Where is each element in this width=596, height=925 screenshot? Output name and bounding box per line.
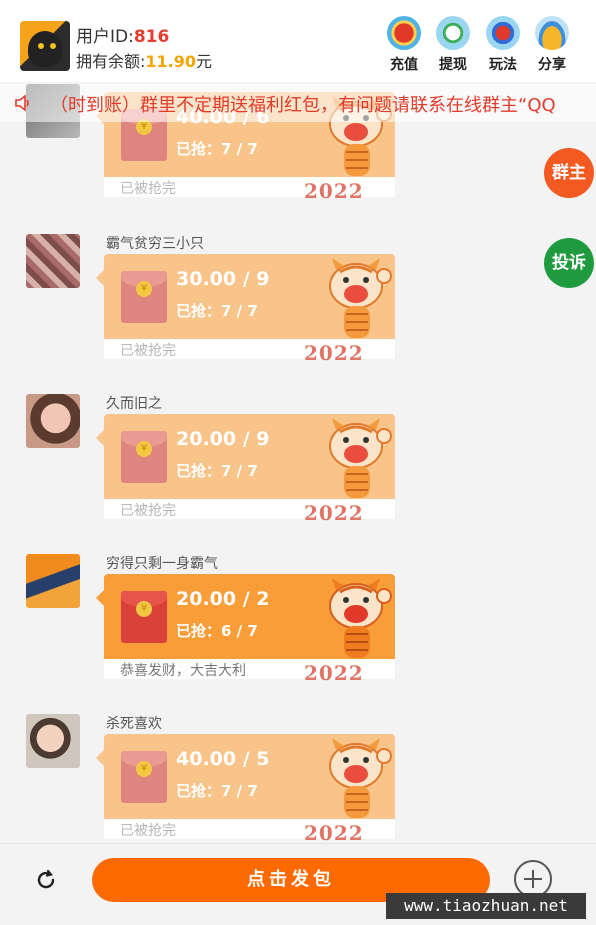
year-decoration: 2022 xyxy=(304,661,364,685)
withdraw-button[interactable]: 提现 xyxy=(429,16,477,74)
red-packet[interactable]: ¥ 20.00 / 2 已抢：6 / 7 恭喜发财，大吉大利 2022 xyxy=(96,574,395,685)
packet-grabbed: 已抢：7 / 7 xyxy=(176,302,258,320)
recharge-button[interactable]: 充值 xyxy=(380,16,428,74)
chat-page: ¥ 40.00 / 6 已抢：7 / 7 已被抢完 2022 xyxy=(0,0,596,925)
bubble-tip xyxy=(96,590,104,606)
list-item: 久而旧之 ¥ 20.00 / 9 已抢：7 / 7 已被抢完 2022 xyxy=(0,392,596,552)
packet-status: 已被抢完 xyxy=(120,181,176,197)
packet-amount: 30.00 / 9 xyxy=(176,268,270,290)
packet-amount: 20.00 / 9 xyxy=(176,428,270,450)
packet-status: 恭喜发财，大吉大利 xyxy=(120,663,246,679)
notice-marquee: （时到账）群里不定期送福利红包，有问题请联系在线群主“QQ xyxy=(0,84,596,122)
packet-grabbed: 已抢：6 / 7 xyxy=(176,622,258,640)
watermark: www.tiaozhuan.net xyxy=(386,893,586,919)
envelope-icon: ¥ xyxy=(121,431,167,483)
packet-amount: 20.00 / 2 xyxy=(176,588,270,610)
year-decoration: 2022 xyxy=(304,821,364,845)
packet-status: 已被抢完 xyxy=(120,823,176,839)
top-header: 用户ID:816 拥有余额:11.90元 充值 提现 玩法 分享 xyxy=(0,0,596,82)
complain-button[interactable]: 投诉 xyxy=(544,238,594,288)
refresh-icon[interactable] xyxy=(34,868,58,892)
packet-status: 已被抢完 xyxy=(120,503,176,519)
recharge-icon xyxy=(387,16,421,50)
envelope-icon: ¥ xyxy=(121,591,167,643)
sender-name: 久而旧之 xyxy=(106,396,162,412)
user-id: 用户ID:816 xyxy=(76,27,170,47)
year-decoration: 2022 xyxy=(304,341,364,365)
withdraw-icon xyxy=(436,16,470,50)
avatar[interactable] xyxy=(26,394,80,448)
sender-name: 杀死喜欢 xyxy=(106,716,162,732)
rules-button[interactable]: 玩法 xyxy=(479,16,527,74)
list-item: 霸气贫穷三小只 ¥ 30.00 / 9 已抢：7 / 7 已被抢完 2022 xyxy=(0,232,596,392)
envelope-icon: ¥ xyxy=(121,751,167,803)
notice-text: （时到账）群里不定期送福利红包，有问题请联系在线群主“QQ xyxy=(50,95,556,116)
avatar[interactable] xyxy=(26,554,80,608)
year-decoration: 2022 xyxy=(304,501,364,525)
group-owner-button[interactable]: 群主 xyxy=(544,148,594,198)
avatar[interactable] xyxy=(20,21,70,71)
balance: 拥有余额:11.90元 xyxy=(76,52,213,71)
red-packet[interactable]: ¥ 20.00 / 9 已抢：7 / 7 已被抢完 2022 xyxy=(96,414,395,525)
red-packet[interactable]: ¥ 40.00 / 5 已抢：7 / 7 已被抢完 2022 xyxy=(96,734,395,845)
packet-grabbed: 已抢：7 / 7 xyxy=(176,140,258,158)
bubble-tip xyxy=(96,270,104,286)
sender-name: 穷得只剩一身霸气 xyxy=(106,556,218,572)
avatar[interactable] xyxy=(26,714,80,768)
year-decoration: 2022 xyxy=(304,179,364,203)
packet-status: 已被抢完 xyxy=(120,343,176,359)
packet-grabbed: 已抢：7 / 7 xyxy=(176,782,258,800)
red-packet[interactable]: ¥ 30.00 / 9 已抢：7 / 7 已被抢完 2022 xyxy=(96,254,395,365)
balance-value: 11.90 xyxy=(145,52,197,71)
bubble-tip xyxy=(96,750,104,766)
user-id-value: 816 xyxy=(133,27,170,47)
packet-grabbed: 已抢：7 / 7 xyxy=(176,462,258,480)
rules-icon xyxy=(486,16,520,50)
share-icon xyxy=(535,16,569,50)
sender-name: 霸气贫穷三小只 xyxy=(106,236,204,252)
share-button[interactable]: 分享 xyxy=(528,16,576,74)
speaker-icon xyxy=(15,94,29,112)
bubble-tip xyxy=(96,430,104,446)
packet-amount: 40.00 / 5 xyxy=(176,748,270,770)
envelope-icon: ¥ xyxy=(121,271,167,323)
avatar[interactable] xyxy=(26,234,80,288)
list-item: 穷得只剩一身霸气 ¥ 20.00 / 2 已抢：6 / 7 恭喜发财，大吉大利 … xyxy=(0,552,596,712)
